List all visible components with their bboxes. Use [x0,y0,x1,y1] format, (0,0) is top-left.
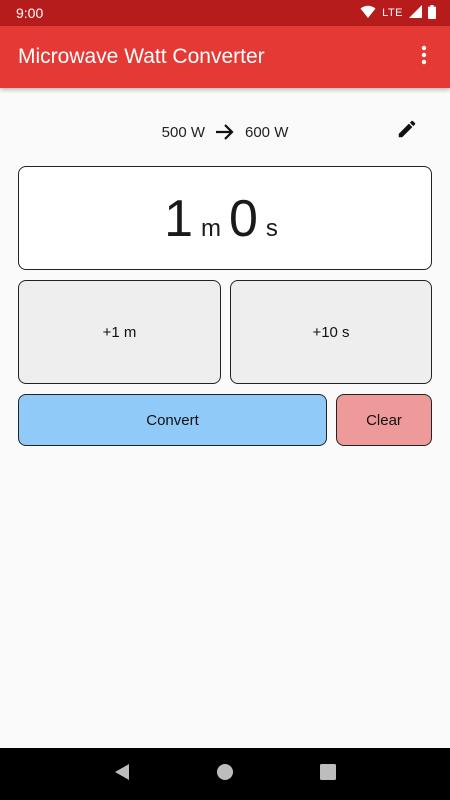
nav-recents-button[interactable] [308,754,348,794]
convert-label: Convert [146,411,199,429]
app-title: Microwave Watt Converter [18,45,265,68]
minutes-value: 1 [164,190,193,248]
status-bar: 9:00 LTE [0,0,450,26]
minutes-unit: m [201,215,221,242]
seconds-unit: s [265,215,278,242]
network-type: LTE [382,7,403,19]
clear-label: Clear [366,411,402,429]
nav-back-icon [114,763,130,786]
status-icons: LTE [360,4,436,22]
time-display: 1 m 0 s [18,166,432,270]
add-minute-label: +1 m [102,323,137,341]
status-time: 9:00 [16,5,44,21]
convert-button[interactable]: Convert [18,394,327,446]
app-bar: Microwave Watt Converter [0,26,450,88]
add-ten-seconds-label: +10 s [312,323,350,341]
overflow-menu-icon [421,45,427,70]
nav-recents-icon [320,763,337,785]
edit-pencil-icon [396,118,418,145]
battery-icon [428,4,436,22]
add-minute-button[interactable]: +1 m [18,280,221,384]
signal-icon [409,5,422,21]
edit-wattage-button[interactable] [392,116,422,146]
wifi-icon [360,5,376,22]
from-wattage: 500 W [161,123,205,141]
arrow-right-icon [215,123,235,141]
clear-button[interactable]: Clear [336,394,432,446]
overflow-menu-button[interactable] [408,37,440,77]
wattage-conversion: 500 W 600 W [0,112,450,152]
to-wattage: 600 W [245,123,289,141]
nav-home-button[interactable] [205,754,245,794]
nav-back-button[interactable] [102,754,142,794]
navigation-bar [0,748,450,800]
add-ten-seconds-button[interactable]: +10 s [230,280,432,384]
nav-home-icon [216,763,234,786]
seconds-value: 0 [229,190,258,248]
